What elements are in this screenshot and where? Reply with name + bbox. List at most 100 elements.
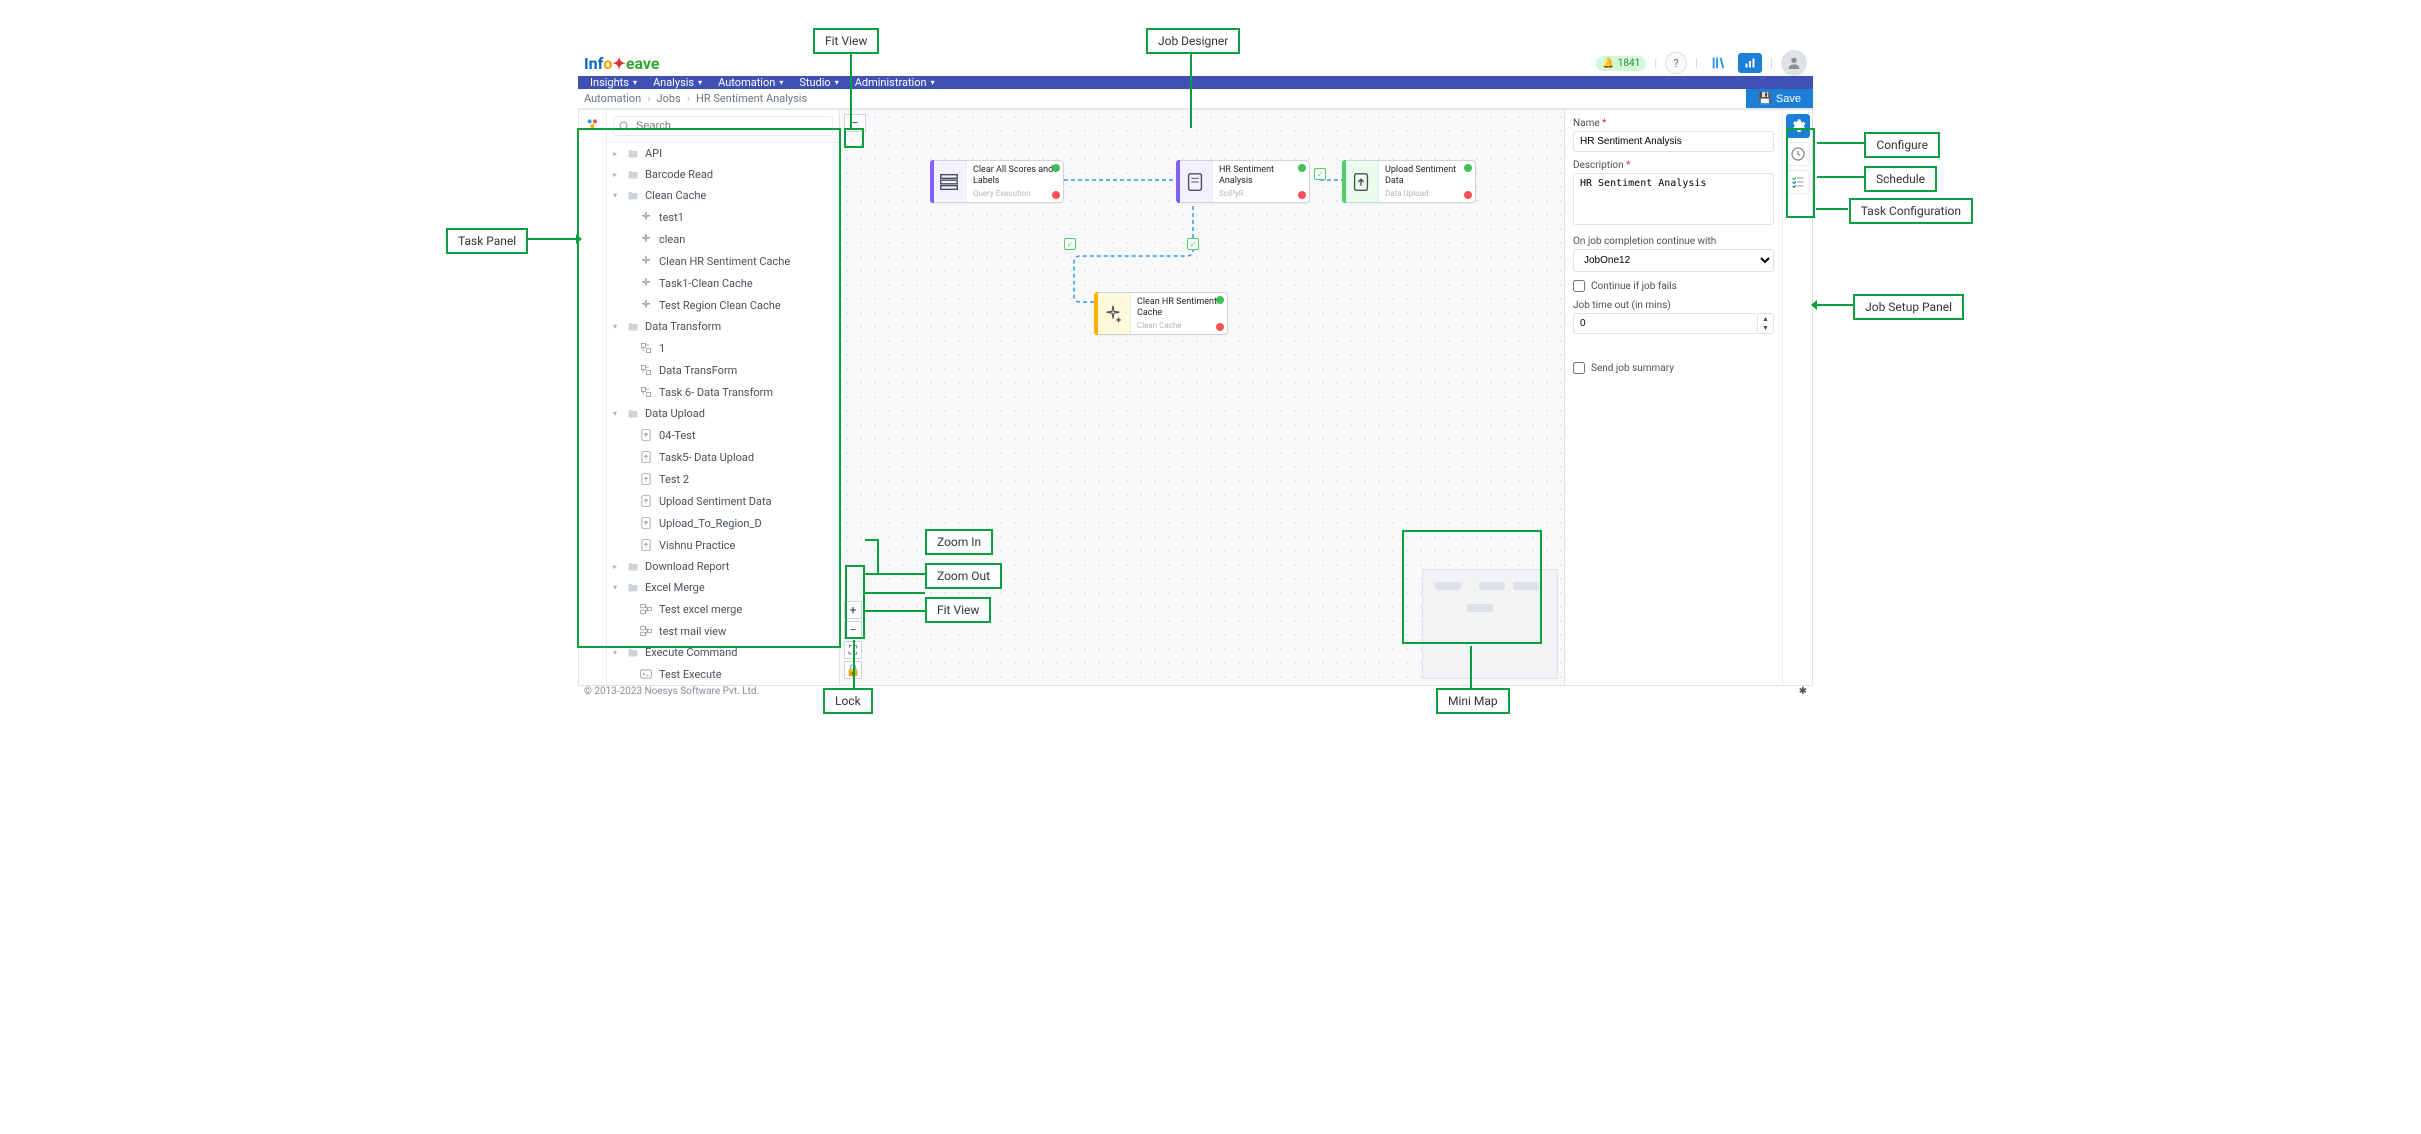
- fitview-top-button[interactable]: −: [844, 114, 866, 132]
- node-clean-cache[interactable]: Clean HR Sentiment Cache Clean Cache: [1094, 292, 1228, 335]
- bug-icon[interactable]: ✱: [1799, 686, 1807, 697]
- job-name-input[interactable]: [1573, 131, 1774, 152]
- callout-job-setup-panel: Job Setup Panel: [1853, 294, 1964, 320]
- tree-item[interactable]: Task1-Clean Cache: [607, 272, 839, 294]
- task-tree[interactable]: ▸API▸Barcode Read▾Clean Cachetest1cleanC…: [607, 143, 839, 685]
- main-nav: Insights▾ Analysis▾ Automation▾ Studio▾ …: [578, 76, 1813, 89]
- sparkle-icon: [1102, 303, 1124, 325]
- tree-item[interactable]: Task5- Data Upload: [607, 446, 839, 468]
- tree-item[interactable]: Test excel merge: [607, 598, 839, 620]
- zoom-out-button[interactable]: −: [844, 621, 862, 639]
- tree-folder[interactable]: ▸Barcode Read: [607, 164, 839, 185]
- callout-zoom-out: Zoom Out: [925, 563, 1002, 589]
- tree-item[interactable]: test mail view: [607, 620, 839, 642]
- node-title: Clear All Scores and Labels: [973, 165, 1057, 187]
- tree-folder[interactable]: ▸API: [607, 143, 839, 164]
- minimap[interactable]: [1422, 569, 1558, 679]
- gear-icon: [1790, 118, 1806, 134]
- tree-folder[interactable]: ▸Download Report: [607, 556, 839, 577]
- tree-item[interactable]: Task 6- Data Transform: [607, 381, 839, 403]
- callout-lock: Lock: [823, 688, 873, 714]
- query-icon: [938, 171, 960, 193]
- callout-fit-view: Fit View: [925, 597, 991, 623]
- nav-insights[interactable]: Insights▾: [584, 76, 647, 89]
- crumb-automation[interactable]: Automation: [584, 92, 641, 105]
- tree-item[interactable]: clean: [607, 228, 839, 250]
- tree-folder[interactable]: ▾Excel Merge: [607, 577, 839, 598]
- configure-tab[interactable]: [1786, 114, 1810, 138]
- save-button[interactable]: 💾 Save: [1746, 89, 1813, 108]
- nav-automation[interactable]: Automation▾: [712, 76, 793, 89]
- continue-if-fails-label: Continue if job fails: [1591, 281, 1677, 292]
- node-clear-scores[interactable]: Clear All Scores and Labels Query Execut…: [930, 160, 1064, 203]
- task-config-tab[interactable]: [1786, 170, 1810, 194]
- node-hr-sentiment[interactable]: HR Sentiment Analysis SciPyR: [1176, 160, 1310, 203]
- library-icon[interactable]: [1706, 53, 1730, 73]
- tree-item[interactable]: Vishnu Practice: [607, 534, 839, 556]
- desc-label: Description *: [1573, 160, 1774, 171]
- avatar[interactable]: [1781, 50, 1807, 76]
- callout-task-configuration: Task Configuration: [1849, 198, 1973, 224]
- tree-item[interactable]: Test Region Clean Cache: [607, 294, 839, 316]
- help-icon[interactable]: ?: [1665, 52, 1687, 74]
- callout-configure: Configure: [1864, 132, 1940, 158]
- tree-item[interactable]: Upload Sentiment Data: [607, 490, 839, 512]
- continue-label: On job completion continue with: [1573, 236, 1774, 247]
- check-icon: ✓: [1187, 238, 1199, 250]
- continue-select[interactable]: JobOne12: [1573, 249, 1774, 272]
- tree-folder[interactable]: ▾Execute Command: [607, 642, 839, 663]
- callout-task-panel: Task Panel: [446, 228, 528, 254]
- nav-studio[interactable]: Studio▾: [793, 76, 848, 89]
- nav-administration[interactable]: Administration▾: [849, 76, 945, 89]
- timeout-label: Job time out (in mins): [1573, 300, 1774, 311]
- continue-if-fails-checkbox[interactable]: [1573, 280, 1585, 292]
- node-title: HR Sentiment Analysis: [1219, 165, 1303, 187]
- tree-folder[interactable]: ▾Data Upload: [607, 403, 839, 424]
- callout-job-designer: Job Designer: [1146, 28, 1240, 54]
- tree-item[interactable]: Clean HR Sentiment Cache: [607, 250, 839, 272]
- node-subtitle: Query Execution: [973, 189, 1057, 198]
- save-icon: 💾: [1758, 92, 1772, 105]
- tree-folder[interactable]: ▾Clean Cache: [607, 185, 839, 206]
- search-input[interactable]: [613, 116, 833, 136]
- send-summary-checkbox[interactable]: [1573, 362, 1585, 374]
- tree-folder[interactable]: ▾Data Transform: [607, 316, 839, 337]
- crumb-jobs[interactable]: Jobs: [657, 92, 681, 105]
- name-label: Name *: [1573, 118, 1774, 129]
- tree-item[interactable]: Data TransForm: [607, 359, 839, 381]
- node-upload-data[interactable]: Upload Sentiment Data Data Upload: [1342, 160, 1476, 203]
- nav-analysis[interactable]: Analysis▾: [647, 76, 712, 89]
- breadcrumb: Automation › Jobs › HR Sentiment Analysi…: [578, 92, 807, 105]
- send-summary-label: Send job summary: [1591, 363, 1674, 374]
- bell-icon: 🔔: [1602, 58, 1614, 69]
- tree-item[interactable]: test1: [607, 206, 839, 228]
- checklist-icon: [1790, 174, 1806, 190]
- node-subtitle: SciPyR: [1219, 189, 1303, 198]
- palette-icon[interactable]: [585, 116, 601, 132]
- scipy-icon: [1184, 171, 1206, 193]
- upload-icon: [1350, 171, 1372, 193]
- tree-item[interactable]: 04-Test: [607, 424, 839, 446]
- callout-minimap: Mini Map: [1436, 688, 1510, 714]
- tree-item[interactable]: Test 2: [607, 468, 839, 490]
- tree-item[interactable]: 1: [607, 337, 839, 359]
- job-desc-input[interactable]: [1573, 173, 1774, 225]
- tree-item[interactable]: Upload_To_Region_D: [607, 512, 839, 534]
- callout-schedule: Schedule: [1864, 166, 1937, 192]
- notif-count: 1841: [1618, 58, 1640, 69]
- node-subtitle: Clean Cache: [1137, 321, 1221, 330]
- callout-fit-view-top: Fit View: [813, 28, 879, 54]
- tree-item[interactable]: Test Execute: [607, 663, 839, 685]
- timeout-input[interactable]: [1573, 313, 1758, 334]
- clock-icon: [1790, 146, 1806, 162]
- task-panel: ▸API▸Barcode Read▾Clean Cachetest1cleanC…: [578, 109, 840, 686]
- timeout-up[interactable]: ▲: [1758, 314, 1773, 324]
- timeout-down[interactable]: ▼: [1758, 324, 1773, 334]
- node-title: Upload Sentiment Data: [1385, 165, 1469, 187]
- dashboard-icon[interactable]: [1738, 53, 1762, 73]
- notif-badge[interactable]: 🔔 1841: [1596, 56, 1646, 71]
- breadcrumb-bar: Automation › Jobs › HR Sentiment Analysi…: [578, 89, 1813, 109]
- zoom-in-button[interactable]: +: [844, 601, 862, 619]
- schedule-tab[interactable]: [1786, 142, 1810, 166]
- check-icon: ✓: [1064, 238, 1076, 250]
